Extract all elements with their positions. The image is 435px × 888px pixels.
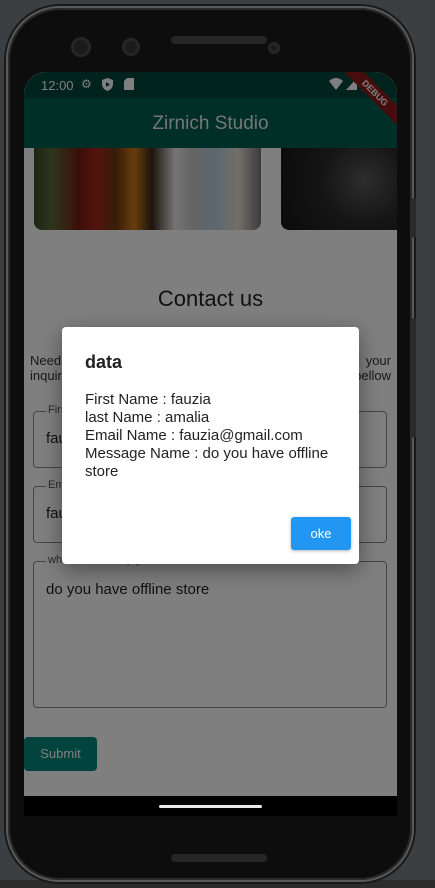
dialog-line-message: Message Name : do you have offline store — [85, 445, 329, 480]
bottom-speaker — [171, 854, 267, 862]
data-dialog: data First Name : fauzia last Name : ama… — [62, 327, 359, 564]
camera-icon — [71, 37, 91, 57]
dialog-title: data — [85, 352, 123, 372]
front-camera-icon — [268, 42, 280, 54]
sensor-icon — [122, 38, 140, 56]
navigation-bar — [24, 796, 397, 816]
ide-bottom-bar — [0, 880, 435, 888]
app-screen: 12:00 ⚙ Zirnich Studio DEBUG Contact us … — [24, 72, 397, 816]
dialog-body: First Name : fauzia last Name : amalia E… — [85, 391, 347, 481]
dialog-line-email: Email Name : fauzia@gmail.com — [85, 427, 303, 444]
power-button — [412, 198, 416, 238]
volume-button — [412, 318, 416, 438]
dialog-line-first-name: First Name : fauzia — [85, 391, 211, 408]
top-speaker — [171, 36, 267, 44]
dialog-line-last-name: last Name : amalia — [85, 409, 210, 426]
home-handle[interactable] — [159, 805, 262, 808]
oke-button[interactable]: oke — [291, 517, 351, 550]
